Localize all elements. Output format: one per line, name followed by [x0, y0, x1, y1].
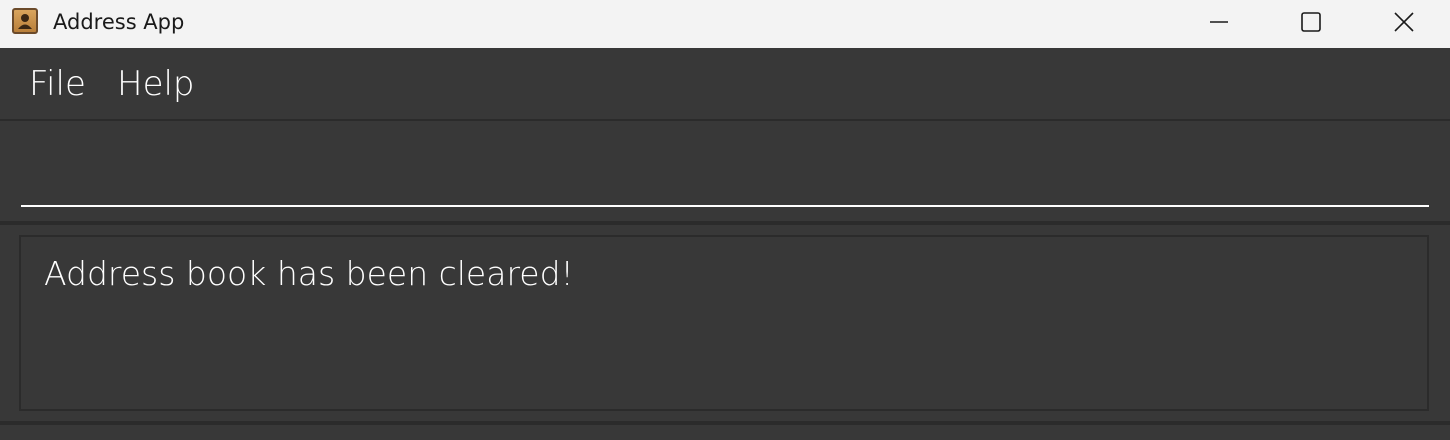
command-box-container [0, 121, 1450, 221]
minimize-icon [1210, 21, 1228, 23]
window-title: Address App [53, 10, 185, 34]
address-book-icon [12, 8, 38, 34]
close-button[interactable] [1358, 0, 1450, 44]
result-display[interactable]: Address book has been cleared! [19, 235, 1429, 411]
result-message: Address book has been cleared! [44, 254, 574, 293]
lower-panel [0, 425, 1450, 440]
maximize-icon [1301, 12, 1321, 32]
title-bar[interactable]: Address App [0, 0, 1450, 48]
menu-file[interactable]: File [29, 64, 86, 104]
maximize-button[interactable] [1265, 0, 1357, 44]
close-icon [1394, 12, 1414, 32]
result-display-container: Address book has been cleared! [0, 225, 1450, 421]
menu-bar: File Help [0, 48, 1450, 121]
menu-help[interactable]: Help [117, 64, 195, 104]
app-window: Address App File Help Address book has b… [0, 0, 1450, 440]
minimize-button[interactable] [1173, 0, 1265, 44]
command-input[interactable] [21, 141, 1429, 207]
